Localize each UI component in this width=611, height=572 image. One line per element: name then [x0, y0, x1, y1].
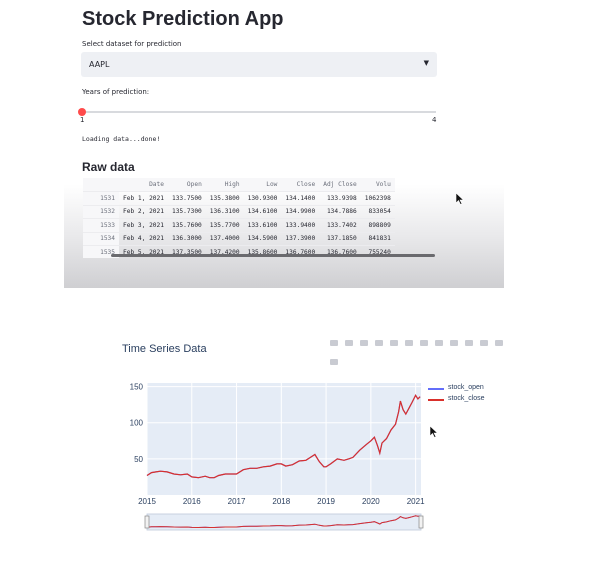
table-header-cell[interactable]: Adj Close	[319, 178, 361, 192]
legend-swatch-close	[428, 399, 444, 401]
table-cell: Feb 1, 2021	[119, 191, 168, 205]
table-header-cell[interactable]: Close	[281, 178, 320, 192]
dataset-select[interactable]: AAPL ▼	[81, 52, 437, 77]
time-series-chart[interactable]: 50 100 150 2015 2016 2017 2018 2019 2020 2021	[110, 336, 520, 536]
x-tick-label: 2021	[407, 497, 425, 506]
table-row: 1532 Feb 2, 2021 135.7300 136.3100 134.6100 1…	[83, 204, 395, 219]
legend-item-stock-open[interactable]: stock_open	[428, 384, 485, 395]
table-cell: 134.1400	[281, 191, 320, 205]
table-cell: 130.9300	[243, 191, 282, 205]
table-cell: 135.7600	[167, 218, 206, 232]
table-cell: 134.7886	[319, 204, 361, 219]
row-index-cell: 1531	[83, 191, 119, 205]
range-slider-left-handle[interactable]	[144, 515, 150, 529]
dataset-select-value: AAPL	[89, 60, 110, 69]
years-slider-max: 4	[432, 116, 437, 124]
loading-status: Loading data...done!	[82, 135, 161, 143]
table-cell: Feb 2, 2021	[119, 204, 168, 219]
table-horizontal-scrollbar[interactable]	[111, 254, 435, 257]
streamlit-app-panel: Stock Prediction App Select dataset for …	[64, 0, 504, 288]
table-cell: 135.7700	[205, 218, 244, 232]
x-tick-label: 2016	[183, 497, 201, 506]
range-slider[interactable]	[146, 513, 422, 531]
table-row: 1533 Feb 3, 2021 135.7600 135.7700 133.6100 1…	[83, 218, 395, 232]
table-cell: 133.9400	[281, 218, 320, 232]
x-tick-label: 2015	[138, 497, 156, 506]
y-tick-label: 100	[130, 419, 144, 428]
x-tick-label: 2020	[362, 497, 380, 506]
table-cell: 1062398	[360, 191, 395, 205]
years-slider-thumb[interactable]	[78, 108, 86, 116]
table-row: 1531 Feb 1, 2021 133.7500 135.3800 130.9300 1…	[83, 191, 395, 205]
row-index-cell: 1533	[83, 218, 119, 232]
table-cell: 134.5900	[243, 231, 282, 246]
table-cell: 134.6100	[243, 204, 282, 219]
table-cell: 135.3800	[205, 191, 244, 205]
table-row: 1534 Feb 4, 2021 136.3000 137.4000 134.5900 1…	[83, 231, 395, 246]
x-tick-label: 2019	[317, 497, 335, 506]
app-title: Stock Prediction App	[82, 8, 284, 30]
raw-data-dataframe: Date Open High Low Close Adj Close Volu 1531 Fe…	[83, 178, 395, 258]
chart-legend: stock_open stock_close	[428, 384, 485, 406]
table-cell: 137.4000	[205, 231, 244, 246]
legend-label-close: stock_close	[448, 395, 485, 402]
table-cell: 134.9900	[281, 204, 320, 219]
legend-swatch-open	[428, 388, 444, 390]
table-cell: 841831	[360, 231, 395, 246]
table-cell: 133.7500	[167, 191, 206, 205]
row-index-cell: 1534	[83, 231, 119, 246]
table-header-row: Date Open High Low Close Adj Close Volu	[83, 178, 395, 192]
x-tick-label: 2018	[272, 497, 290, 506]
x-tick-label: 2017	[228, 497, 246, 506]
y-tick-label: 50	[134, 455, 143, 464]
legend-item-stock-close[interactable]: stock_close	[428, 395, 485, 406]
table-cell: 135.7300	[167, 204, 206, 219]
table-header-cell[interactable]	[83, 178, 119, 192]
y-tick-label: 150	[130, 383, 144, 392]
raw-data-table[interactable]: Date Open High Low Close Adj Close Volu 1531 Fe…	[83, 178, 435, 258]
table-header-cell[interactable]: Volu	[360, 178, 395, 192]
mouse-pointer-icon	[430, 426, 438, 438]
table-cell: 133.9398	[319, 191, 361, 205]
table-cell: 133.7402	[319, 218, 361, 232]
mouse-pointer-icon	[456, 193, 464, 205]
table-cell: 136.3000	[167, 231, 206, 246]
years-slider-min: 1	[80, 116, 85, 124]
table-header-cell[interactable]: High	[205, 178, 244, 192]
table-cell: Feb 3, 2021	[119, 218, 168, 232]
table-cell: Feb 4, 2021	[119, 231, 168, 246]
table-cell: 136.3100	[205, 204, 244, 219]
legend-label-open: stock_open	[448, 384, 484, 391]
table-header-cell[interactable]: Date	[119, 178, 168, 192]
table-cell: 137.3900	[281, 231, 320, 246]
plot-area[interactable]	[147, 383, 421, 495]
table-cell: 833054	[360, 204, 395, 219]
row-index-cell: 1532	[83, 204, 119, 219]
range-slider-right-handle[interactable]	[418, 515, 424, 529]
table-cell: 133.6100	[243, 218, 282, 232]
raw-data-heading: Raw data	[82, 160, 135, 174]
table-header-cell[interactable]: Low	[243, 178, 282, 192]
dataset-select-label: Select dataset for prediction	[82, 40, 182, 48]
years-slider-label: Years of prediction:	[82, 88, 150, 96]
table-header-cell[interactable]: Open	[167, 178, 206, 192]
chevron-down-icon[interactable]: ▼	[424, 59, 429, 67]
table-cell: 137.1850	[319, 231, 361, 246]
table-cell: 898809	[360, 218, 395, 232]
years-slider[interactable]	[78, 108, 436, 116]
